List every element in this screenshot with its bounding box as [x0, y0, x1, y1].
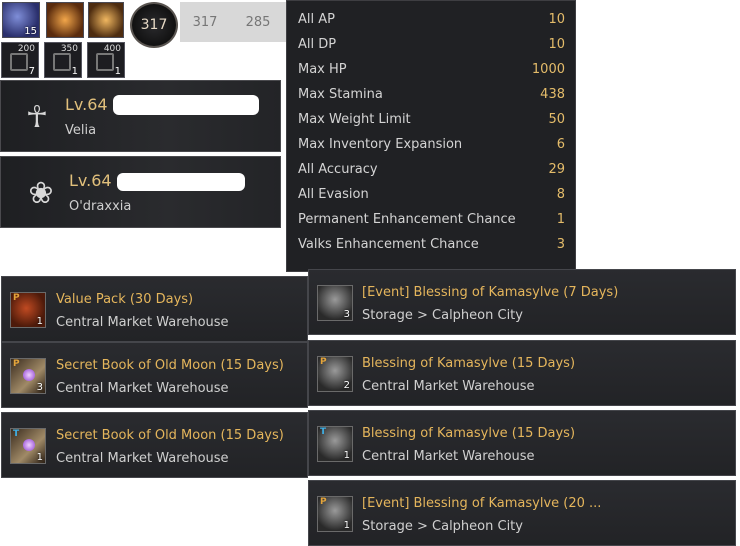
stat-value: 8 [556, 186, 565, 202]
stat-label: Permanent Enhancement Chance [298, 211, 516, 227]
stat-value: 6 [556, 136, 565, 152]
stat-value: 1 [556, 211, 565, 227]
item-title: [Event] Blessing of Kamasylve (7 Days) [362, 285, 619, 300]
witch-hat-icon: ☥ [25, 99, 49, 135]
item-title: Blessing of Kamasylve (15 Days) [362, 356, 576, 371]
item-count: 1 [343, 520, 350, 531]
stat-label: Max Inventory Expansion [298, 136, 463, 152]
item-count: 1 [36, 452, 43, 463]
item-badge: P [320, 497, 327, 507]
stat-value: 438 [540, 86, 565, 102]
item-badge: P [320, 357, 327, 367]
item-location: Central Market Warehouse [362, 379, 535, 394]
stats-panel: All AP 10 All DP 10 Max HP 1000 Max Stam… [286, 0, 576, 272]
item-badge: P [13, 293, 20, 303]
inventory-slot[interactable]: 350 1 [44, 42, 82, 78]
item-location: Central Market Warehouse [362, 449, 535, 464]
item-card[interactable]: P 3 Secret Book of Old Moon (15 Days) Ce… [1, 342, 308, 408]
tree-icon: P 2 [317, 356, 353, 392]
stat-row: Max Inventory Expansion 6 [298, 134, 565, 154]
stat-label: Max HP [298, 61, 347, 77]
book-icon: T 1 [10, 428, 46, 464]
item-location: Central Market Warehouse [56, 315, 229, 330]
item-title: Secret Book of Old Moon (15 Days) [56, 358, 284, 373]
faded-value-badge: 285 [230, 2, 286, 42]
character-location: Velia [65, 123, 97, 138]
stat-label: All AP [298, 11, 335, 27]
item-card[interactable]: T 1 Secret Book of Old Moon (15 Days) Ce… [1, 412, 308, 478]
character-card-odraxxia[interactable]: ❀ Lv.64 O'draxxia [0, 156, 281, 228]
item-card[interactable]: P 1 Value Pack (30 Days) Central Market … [1, 276, 308, 342]
item-title: Secret Book of Old Moon (15 Days) [56, 428, 284, 443]
stat-row: All Evasion 8 [298, 184, 565, 204]
box-icon [53, 53, 71, 71]
item-location: Storage > Calpheon City [362, 308, 523, 323]
item-location: Storage > Calpheon City [362, 519, 523, 534]
value-pack-icon: P 1 [10, 292, 46, 328]
item-badge: T [13, 429, 20, 439]
stat-row: Max Stamina 438 [298, 84, 565, 104]
stat-row: All AP 10 [298, 9, 565, 29]
redacted-name [117, 173, 245, 191]
item-count: 2 [343, 380, 350, 391]
item-badge: T [320, 427, 327, 437]
slot-count: 7 [28, 66, 35, 77]
character-level: Lv.64 [69, 171, 112, 190]
slot-count: 1 [71, 66, 78, 77]
stat-value: 10 [548, 36, 565, 52]
item-card[interactable]: P 2 Blessing of Kamasylve (15 Days) Cent… [308, 340, 736, 406]
stat-row: Max Weight Limit 50 [298, 109, 565, 129]
buff-icon-2[interactable] [46, 2, 84, 38]
inventory-slot[interactable]: 400 1 [87, 42, 125, 78]
stat-row: Permanent Enhancement Chance 1 [298, 209, 565, 229]
item-title: Blessing of Kamasylve (15 Days) [362, 426, 576, 441]
stat-label: Valks Enhancement Chance [298, 236, 479, 252]
character-location: O'draxxia [69, 199, 132, 214]
rose-icon: ❀ [28, 175, 54, 211]
level-badge[interactable]: 317 [130, 2, 178, 48]
redacted-name [113, 95, 259, 115]
item-location: Central Market Warehouse [56, 451, 229, 466]
buff-icon-1[interactable]: 15 [2, 2, 40, 38]
tree-icon: T 1 [317, 426, 353, 462]
stat-label: All DP [298, 36, 337, 52]
stat-label: Max Weight Limit [298, 111, 411, 127]
item-title: Value Pack (30 Days) [56, 292, 194, 307]
character-card-velia[interactable]: ☥ Lv.64 Velia [0, 80, 281, 152]
stat-value: 29 [548, 161, 565, 177]
stat-row: All Accuracy 29 [298, 159, 565, 179]
stat-value: 50 [548, 111, 565, 127]
buff-count: 15 [24, 26, 37, 37]
buff-icon-3[interactable] [88, 2, 124, 38]
item-card[interactable]: P 1 [Event] Blessing of Kamasylve (20 ..… [308, 480, 736, 546]
stat-row: Max HP 1000 [298, 59, 565, 79]
slot-count: 1 [114, 66, 121, 77]
item-count: 3 [343, 309, 350, 320]
stat-value: 3 [556, 236, 565, 252]
faded-level-badge: 317 [180, 2, 230, 42]
item-count: 1 [343, 450, 350, 461]
item-badge: P [13, 359, 20, 369]
item-count: 1 [36, 316, 43, 327]
tree-icon: P 1 [317, 496, 353, 532]
item-card[interactable]: T 1 Blessing of Kamasylve (15 Days) Cent… [308, 410, 736, 476]
book-icon: P 3 [10, 358, 46, 394]
stat-row: All DP 10 [298, 34, 565, 54]
character-level: Lv.64 [65, 95, 108, 114]
inventory-slot[interactable]: 200 7 [1, 42, 39, 78]
stat-value: 10 [548, 11, 565, 27]
item-location: Central Market Warehouse [56, 381, 229, 396]
item-title: [Event] Blessing of Kamasylve (20 ... [362, 496, 602, 511]
stat-label: All Evasion [298, 186, 369, 202]
item-count: 3 [36, 382, 43, 393]
tree-icon: 3 [317, 285, 353, 321]
stat-value: 1000 [531, 61, 565, 77]
item-card[interactable]: 3 [Event] Blessing of Kamasylve (7 Days)… [308, 269, 736, 335]
box-icon [96, 53, 114, 71]
box-icon [10, 53, 28, 71]
stat-label: Max Stamina [298, 86, 383, 102]
stat-label: All Accuracy [298, 161, 378, 177]
stat-row: Valks Enhancement Chance 3 [298, 234, 565, 254]
